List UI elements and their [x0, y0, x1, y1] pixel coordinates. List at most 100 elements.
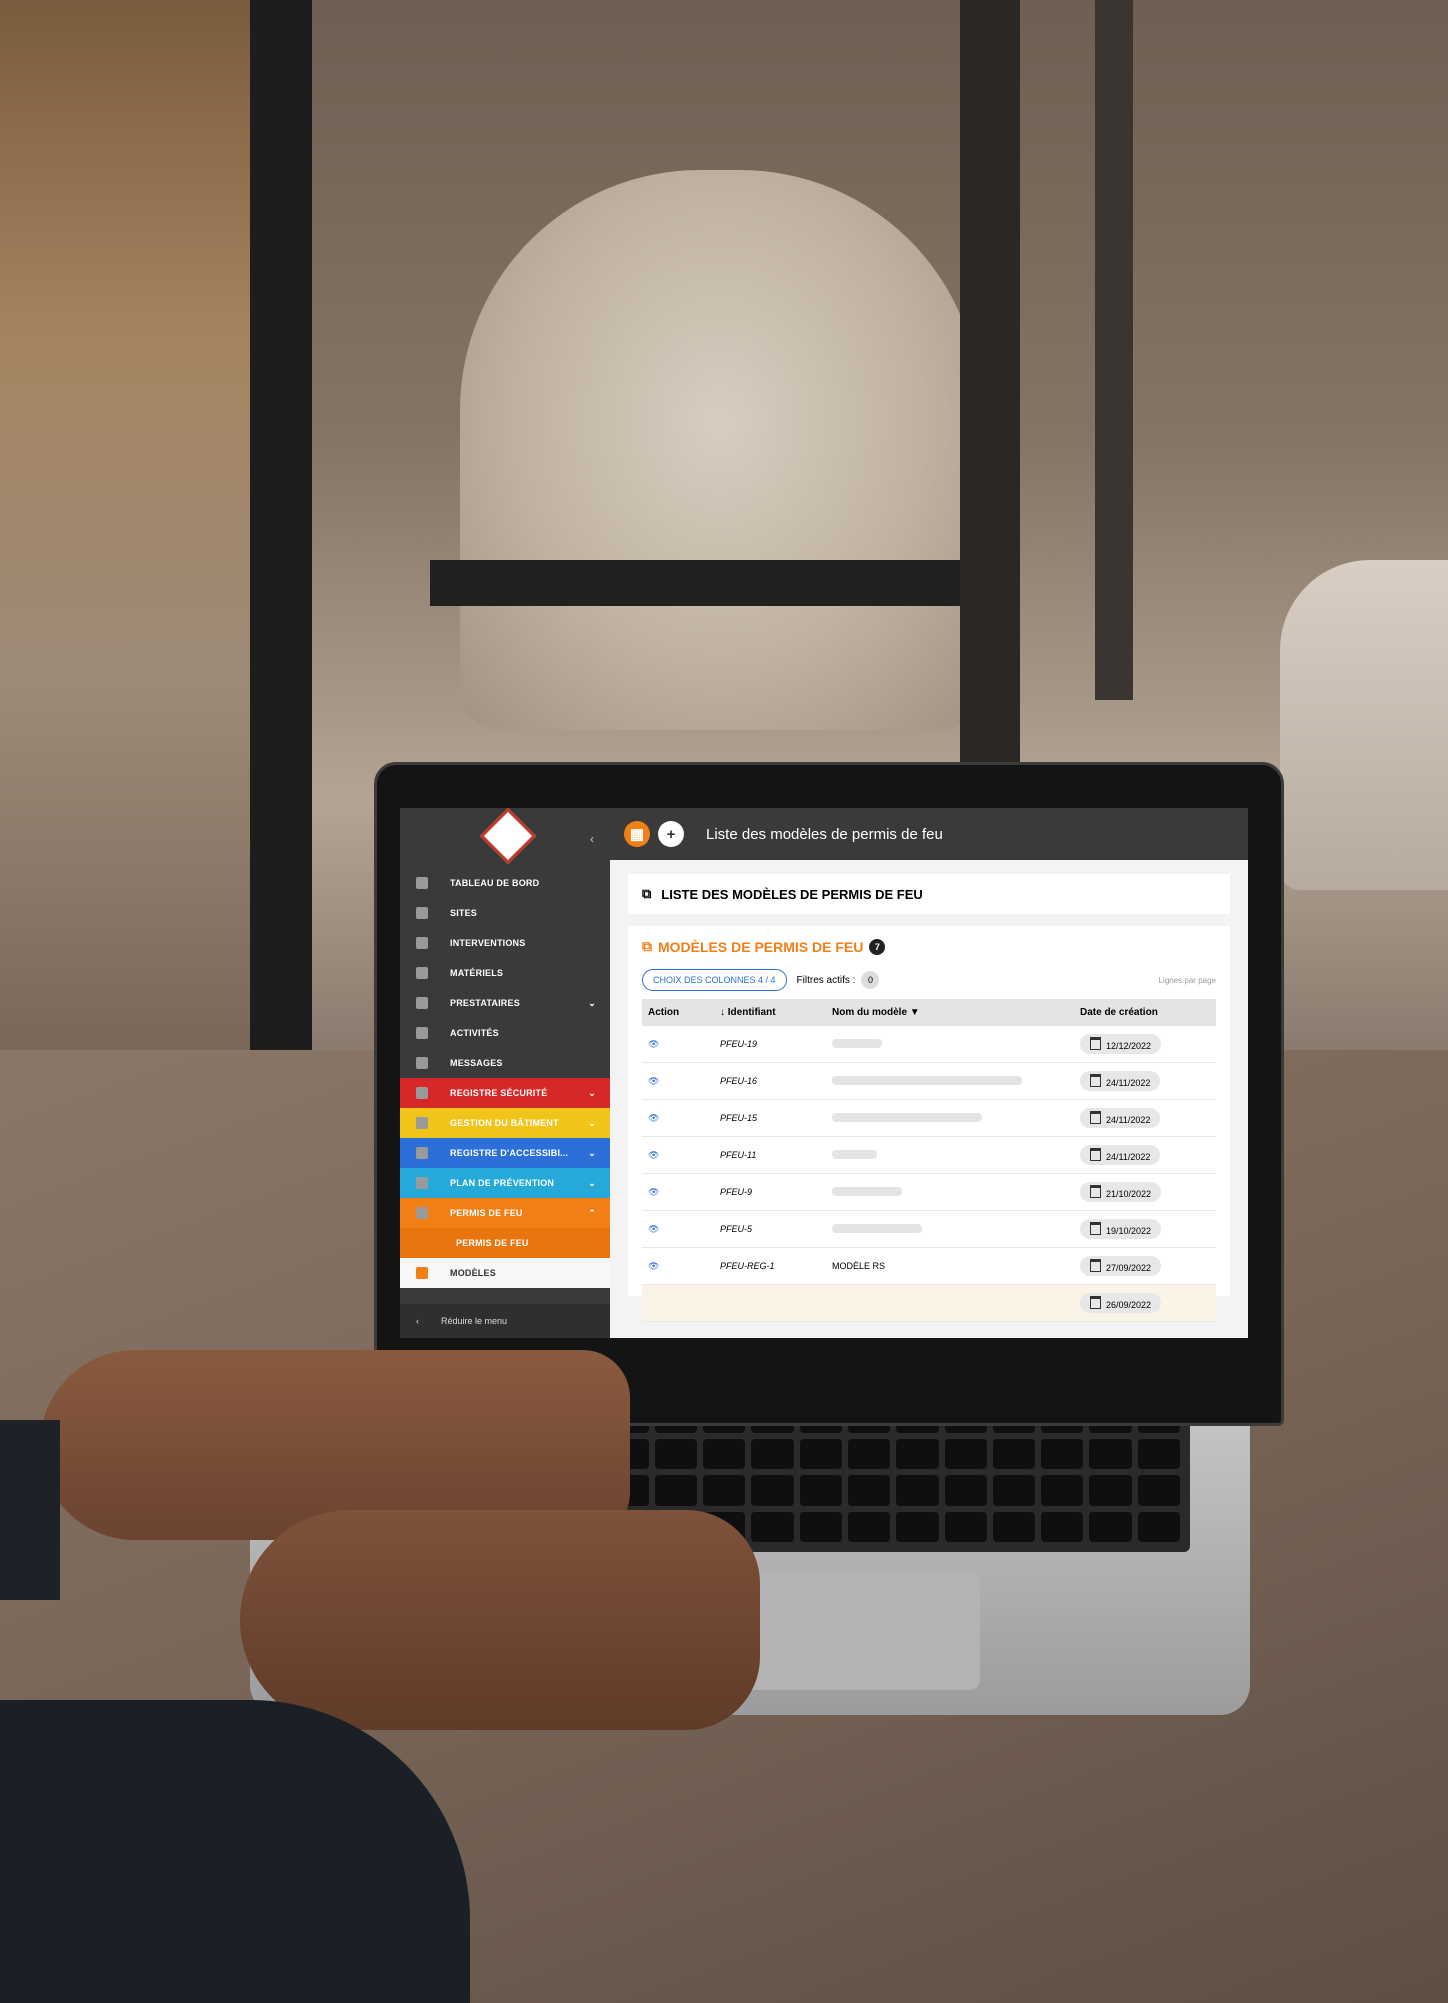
calendar-icon	[1090, 1074, 1101, 1087]
sidebar-nav: TABLEAU DE BORD SITES INTERVENTIONS MATÉ…	[400, 868, 610, 1288]
chevron-down-icon: ⌄	[588, 1117, 596, 1128]
table-row[interactable]: 👁 PFEU-16 24/11/2022	[642, 1062, 1216, 1100]
add-button[interactable]: +	[658, 821, 684, 847]
grid-icon: ▦	[629, 826, 645, 843]
sleeve	[0, 1420, 60, 1600]
table-row[interactable]: 👁 PFEU-9 21/10/2022	[642, 1173, 1216, 1211]
view-icon[interactable]: 👁	[642, 1173, 714, 1211]
date-badge: 19/10/2022	[1080, 1219, 1162, 1239]
models-card: ⧉ MODÈLES DE PERMIS DE FEU 7 CHOIX DES C…	[628, 926, 1230, 1322]
col-name[interactable]: Nom du modèle ▼	[826, 999, 1074, 1026]
models-count-badge: 7	[869, 938, 886, 955]
date-badge: 26/09/2022	[1080, 1293, 1162, 1313]
view-icon[interactable]: 👁	[642, 1062, 714, 1100]
sidebar-item-security-register[interactable]: REGISTRE SÉCURITÉ ⌄	[400, 1078, 610, 1108]
background-rail	[430, 560, 1020, 606]
col-identifier[interactable]: ↓ Identifiant	[714, 999, 826, 1026]
sidebar-item-fire-permit[interactable]: PERMIS DE FEU ⌃	[400, 1198, 610, 1228]
templates-icon	[416, 1267, 428, 1279]
copy-icon: ⧉	[642, 938, 652, 954]
calendar-icon	[1090, 1148, 1101, 1161]
calendar-icon	[1090, 1222, 1101, 1235]
building-icon	[416, 1117, 428, 1129]
calendar-icon	[1090, 1185, 1101, 1198]
view-icon[interactable]: 👁	[642, 1136, 714, 1174]
sites-icon	[416, 907, 428, 919]
table-controls: CHOIX DES COLONNES 4 / 4 Filtres actifs …	[642, 969, 1216, 991]
providers-icon	[416, 997, 428, 1009]
sidebar-subitem-fire-permit[interactable]: PERMIS DE FEU	[400, 1228, 610, 1258]
app-screen: ‹ TABLEAU DE BORD SITES INTERVENTIONS MA…	[400, 808, 1248, 1338]
plus-icon: +	[666, 825, 676, 843]
sidebar-item-activities[interactable]: ACTIVITÉS	[400, 1018, 610, 1048]
accessibility-icon	[416, 1147, 428, 1159]
col-date[interactable]: Date de création	[1074, 999, 1216, 1026]
dashboard-icon	[416, 877, 428, 889]
prevention-icon	[416, 1177, 428, 1189]
sidebar-item-providers[interactable]: PRESTATAIRES ⌄	[400, 988, 610, 1018]
sidebar-item-building[interactable]: GESTION DU BÂTIMENT ⌄	[400, 1108, 610, 1138]
chevron-down-icon: ⌄	[588, 1147, 596, 1158]
sidebar-item-messages[interactable]: MESSAGES	[400, 1048, 610, 1078]
table-row[interactable]: 👁 PFEU-15 24/11/2022	[642, 1099, 1216, 1137]
models-table: Action ↓ Identifiant Nom du modèle ▼ Dat…	[642, 999, 1216, 1322]
collapse-sidebar-icon[interactable]: ‹	[590, 832, 594, 846]
background-armchair	[460, 170, 980, 730]
chevron-down-icon: ⌄	[588, 997, 596, 1008]
interventions-icon	[416, 937, 428, 949]
col-action: Action	[642, 999, 714, 1026]
main-content: ⧉ LISTE DES MODÈLES DE PERMIS DE FEU ⧉ M…	[610, 860, 1248, 1338]
filter-icon[interactable]: ▼	[910, 1007, 920, 1018]
sidebar-subitem-templates[interactable]: MODÈLES	[400, 1258, 610, 1288]
right-hand	[240, 1510, 760, 1730]
view-icon[interactable]: 👁	[642, 1247, 714, 1285]
page-title: Liste des modèles de permis de feu	[706, 825, 943, 843]
background-post	[1095, 0, 1133, 700]
columns-choice-button[interactable]: CHOIX DES COLONNES 4 / 4	[642, 969, 787, 991]
chevron-up-icon: ⌃	[588, 1207, 596, 1218]
date-badge: 24/11/2022	[1080, 1145, 1161, 1165]
topbar: ▦ + Liste des modèles de permis de feu	[610, 808, 1248, 860]
blurred-name	[826, 1210, 1074, 1248]
chevron-down-icon: ⌄	[588, 1087, 596, 1098]
table-row[interactable]: 👁 PFEU-19 12/12/2022	[642, 1026, 1216, 1063]
blurred-name	[826, 1026, 1074, 1063]
background-post	[250, 0, 312, 1180]
reduce-menu-button[interactable]: ‹ Réduire le menu	[400, 1304, 610, 1338]
chevron-down-icon: ⌄	[588, 1177, 596, 1188]
date-badge: 27/09/2022	[1080, 1256, 1162, 1276]
lines-per-page-label[interactable]: Lignes par page	[1159, 976, 1216, 985]
table-row[interactable]: 26/09/2022	[642, 1284, 1216, 1322]
table-row[interactable]: 👁 PFEU-11 24/11/2022	[642, 1136, 1216, 1174]
active-filters-label: Filtres actifs :	[796, 974, 856, 986]
sidebar-item-accessibility[interactable]: REGISTRE D'ACCESSIBI... ⌄	[400, 1138, 610, 1168]
menu-grid-button[interactable]: ▦	[624, 821, 650, 847]
sidebar-item-prevention[interactable]: PLAN DE PRÉVENTION ⌄	[400, 1168, 610, 1198]
view-icon[interactable]: 👁	[642, 1026, 714, 1063]
background-chair	[1280, 560, 1448, 890]
table-row[interactable]: 👁 PFEU-REG-1 MODÈLE RS 27/09/2022	[642, 1247, 1216, 1285]
background-post	[960, 0, 1020, 820]
view-icon[interactable]: 👁	[642, 1210, 714, 1248]
activities-icon	[416, 1027, 428, 1039]
blurred-name	[826, 1062, 1074, 1100]
table-row[interactable]: 👁 PFEU-5 19/10/2022	[642, 1210, 1216, 1248]
sidebar-item-materials[interactable]: MATÉRIELS	[400, 958, 610, 988]
sidebar-item-dashboard[interactable]: TABLEAU DE BORD	[400, 868, 610, 898]
view-icon[interactable]: 👁	[642, 1099, 714, 1137]
calendar-icon	[1090, 1296, 1101, 1309]
date-badge: 24/11/2022	[1080, 1108, 1161, 1128]
active-filters-count[interactable]: 0	[861, 971, 880, 989]
blurred-name	[826, 1099, 1074, 1137]
calendar-icon	[1090, 1111, 1101, 1124]
calendar-icon	[1090, 1037, 1101, 1050]
date-badge: 21/10/2022	[1080, 1182, 1162, 1202]
copy-icon: ⧉	[642, 886, 652, 901]
sidebar-item-interventions[interactable]: INTERVENTIONS	[400, 928, 610, 958]
sidebar-item-sites[interactable]: SITES	[400, 898, 610, 928]
list-header-card: ⧉ LISTE DES MODÈLES DE PERMIS DE FEU	[628, 874, 1230, 914]
fire-permit-icon	[416, 1207, 428, 1219]
sidebar: ‹ TABLEAU DE BORD SITES INTERVENTIONS MA…	[400, 808, 610, 1338]
chevron-left-icon: ‹	[416, 1316, 419, 1326]
blurred-name	[826, 1173, 1074, 1211]
